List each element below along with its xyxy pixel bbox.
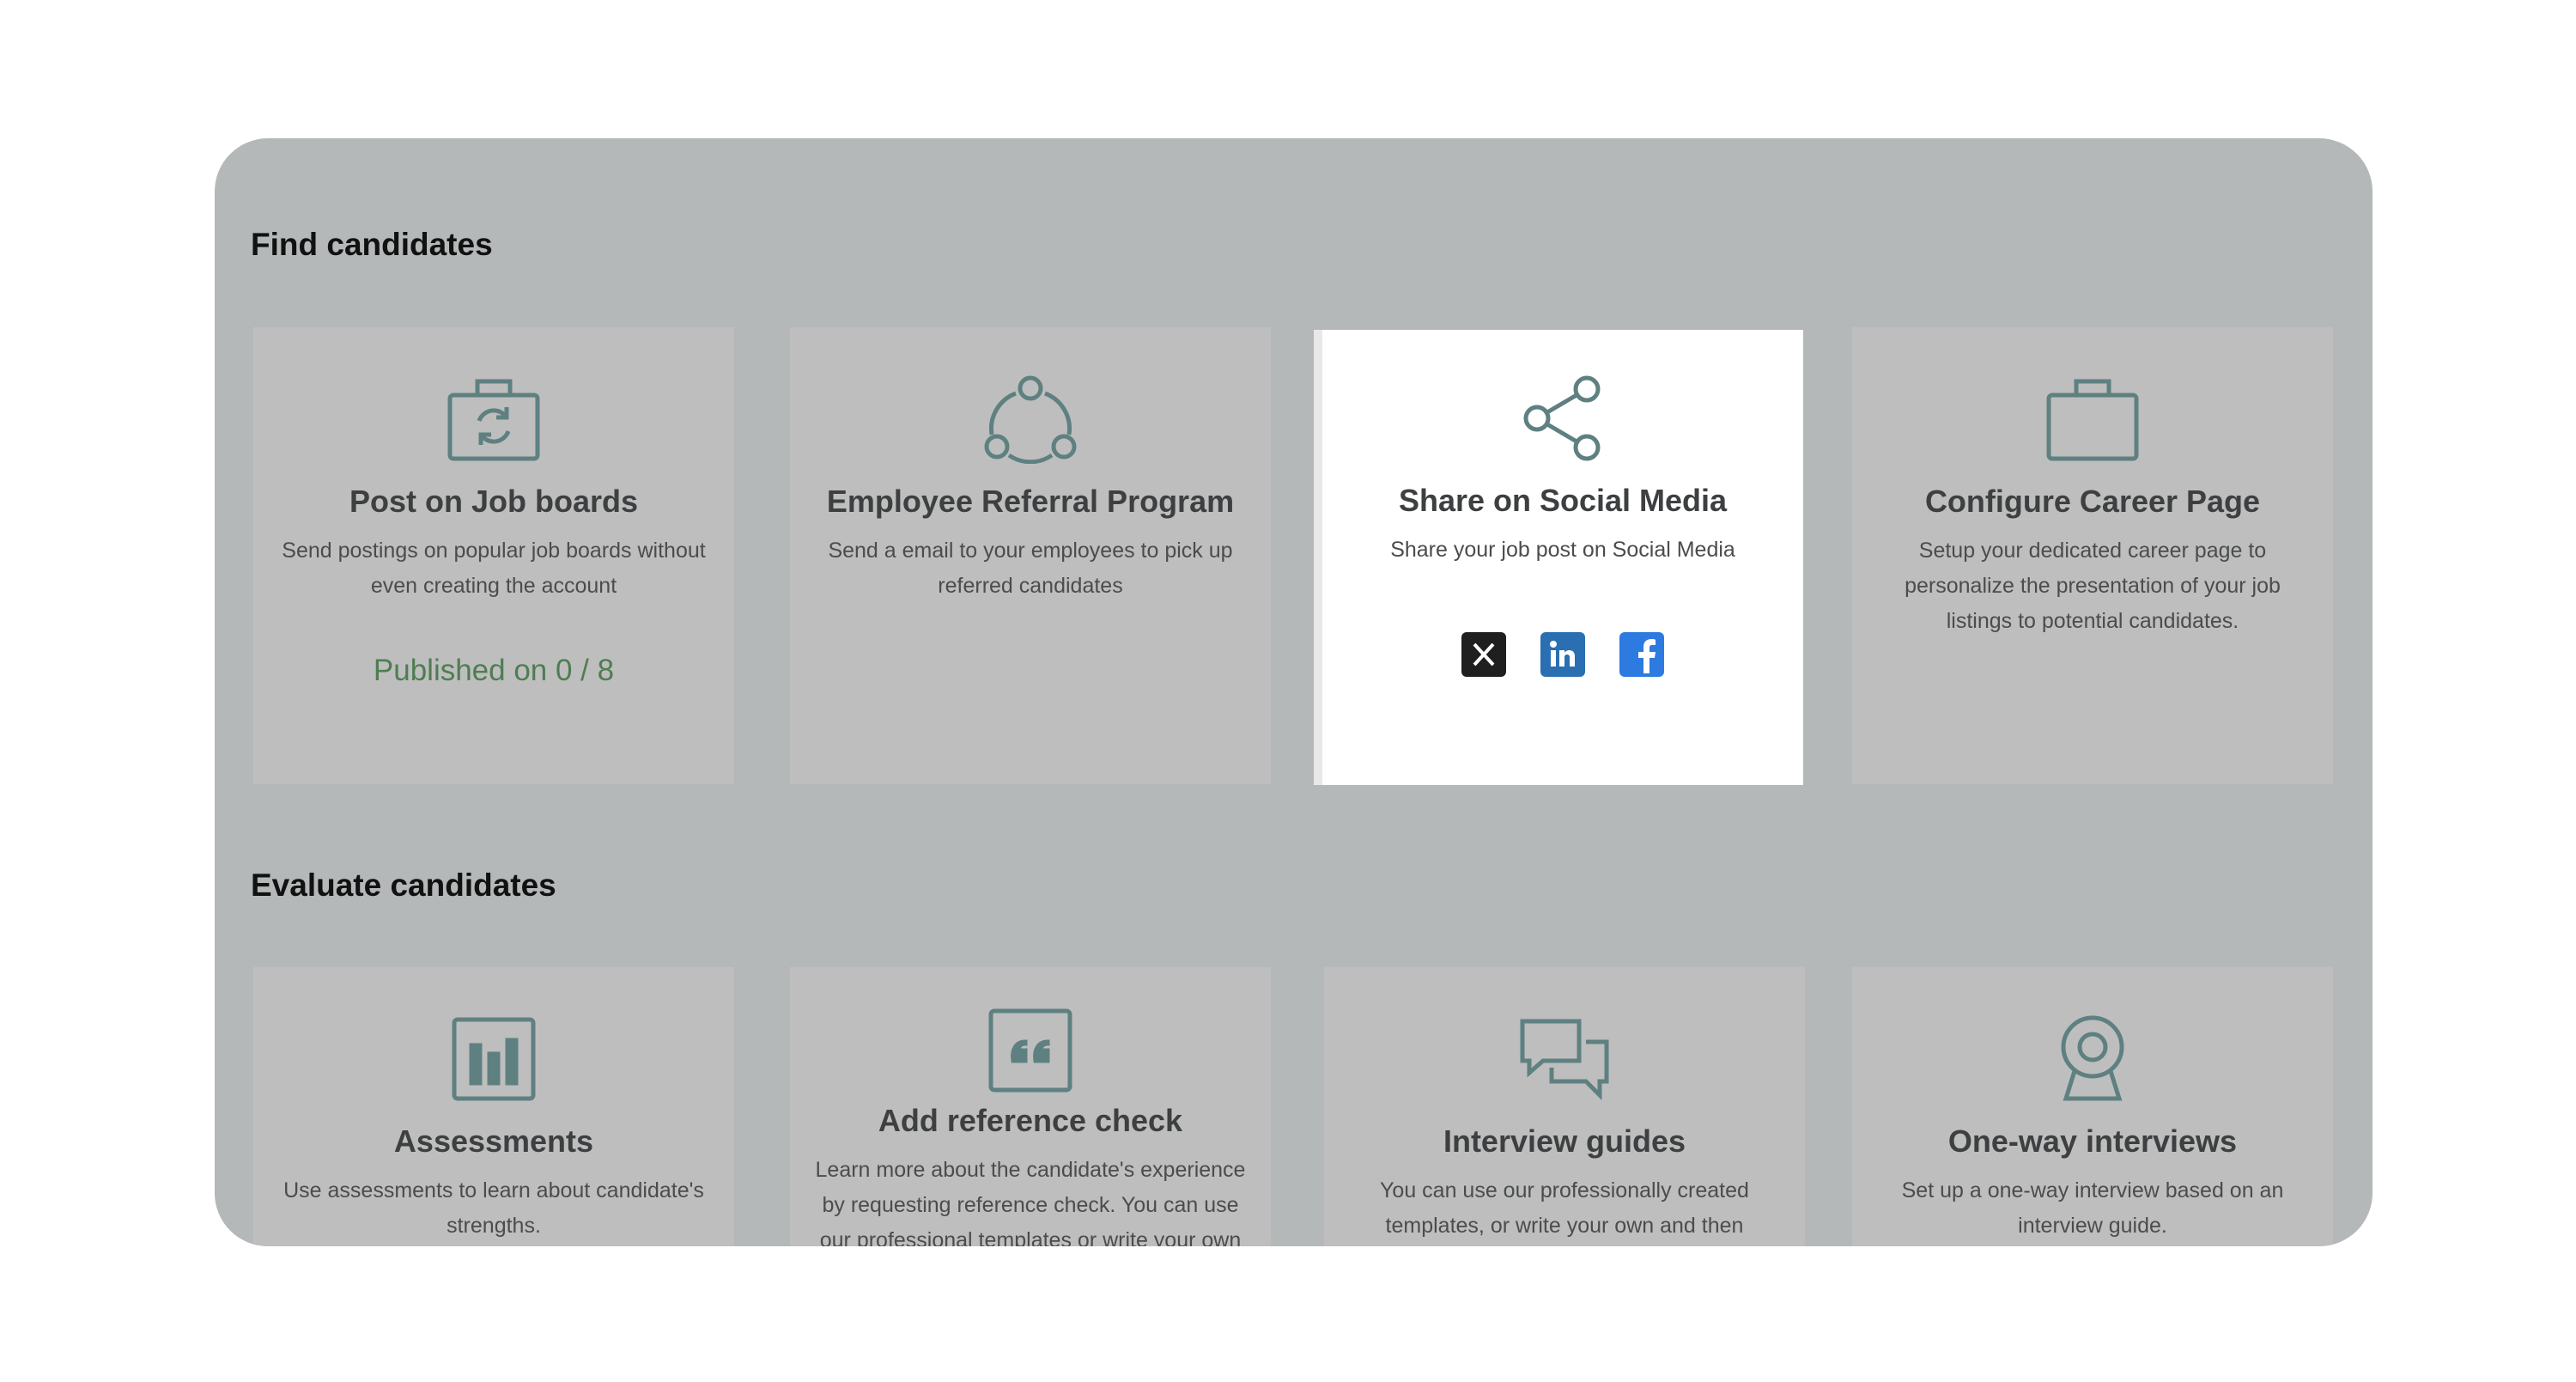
card-description: You can use our professionally created t…: [1380, 1178, 1749, 1238]
chat-bubbles-icon: [1513, 1012, 1616, 1106]
card-description: Learn more about the candidate's experie…: [815, 1158, 1246, 1246]
card-title: Assessments: [393, 1123, 594, 1159]
find-candidates-heading: Find candidates: [251, 227, 493, 262]
briefcase-refresh-icon: [442, 372, 545, 466]
card-title: Share on Social Media: [1398, 483, 1728, 518]
published-status: Published on 0 / 8: [373, 654, 615, 687]
card-description: Use assessments to learn about candidate…: [283, 1178, 704, 1238]
facebook-icon[interactable]: [1619, 632, 1664, 677]
referral-network-icon: [979, 372, 1082, 466]
card-description: Send a email to your employees to pick u…: [828, 539, 1233, 598]
quote-icon: [979, 1003, 1082, 1098]
post-job-boards-card[interactable]: Post on Job boards Send postings on popu…: [253, 327, 734, 784]
card-description: Send postings on popular job boards with…: [282, 539, 706, 598]
candidate-tools-panel: Find candidates Post on Job boards Send …: [215, 138, 2372, 1246]
bar-chart-icon: [442, 1012, 545, 1106]
briefcase-icon: [2041, 372, 2144, 466]
assessments-card[interactable]: Assessments Use assessments to learn abo…: [253, 967, 734, 1246]
card-description: Setup your dedicated career page to pers…: [1905, 539, 2281, 633]
card-description: Share your job post on Social Media: [1390, 538, 1735, 562]
card-title: Interview guides: [1443, 1123, 1686, 1159]
social-share-buttons: [1322, 632, 1803, 677]
share-social-media-card[interactable]: Share on Social Media Share your job pos…: [1314, 330, 1803, 785]
card-title: Add reference check: [878, 1103, 1183, 1138]
one-way-interviews-card[interactable]: One-way interviews Set up a one-way inte…: [1852, 967, 2333, 1246]
card-title: One-way interviews: [1947, 1123, 2238, 1159]
webcam-icon: [2041, 1012, 2144, 1106]
configure-career-page-card[interactable]: Configure Career Page Setup your dedicat…: [1852, 327, 2333, 784]
card-title: Configure Career Page: [1924, 484, 2261, 519]
share-icon: [1511, 371, 1614, 466]
employee-referral-card[interactable]: Employee Referral Program Send a email t…: [790, 327, 1271, 784]
card-title: Post on Job boards: [349, 484, 639, 519]
interview-guides-card[interactable]: Interview guides You can use our profess…: [1324, 967, 1805, 1246]
linkedin-icon[interactable]: [1540, 632, 1585, 677]
card-title: Employee Referral Program: [826, 484, 1235, 519]
reference-check-card[interactable]: Add reference check Learn more about the…: [790, 967, 1271, 1246]
card-description: Set up a one-way interview based on an i…: [1901, 1178, 2284, 1238]
x-icon[interactable]: [1461, 632, 1506, 677]
evaluate-candidates-heading: Evaluate candidates: [251, 868, 556, 903]
